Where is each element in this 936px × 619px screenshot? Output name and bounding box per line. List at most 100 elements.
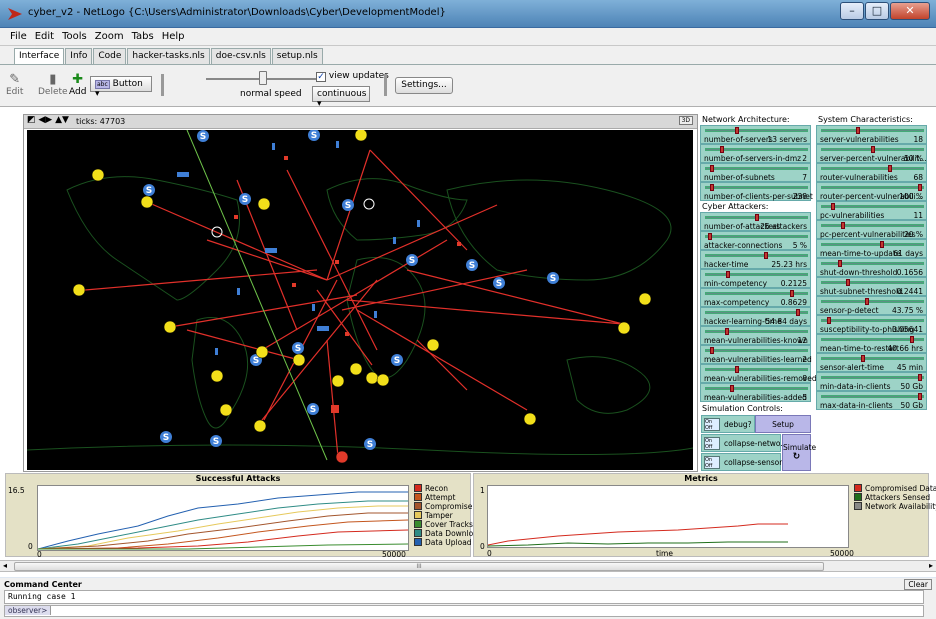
slider-mean-vulnerabilities-learned[interactable]: mean-vulnerabilities-learned 2 xyxy=(700,345,812,364)
menu-tabs[interactable]: Tabs xyxy=(128,28,158,45)
scroll-right-icon[interactable]: ▸ xyxy=(929,561,933,570)
slider-mean-time-to-restart[interactable]: mean-time-to-restart 40.66 hrs xyxy=(816,334,927,353)
tab-doe-csv[interactable]: doe-csv.nls xyxy=(210,48,271,64)
tab-code[interactable]: Code xyxy=(93,48,127,64)
slider-track[interactable] xyxy=(821,262,924,265)
view-updates-checkbox[interactable]: ✓ view updates xyxy=(316,71,389,82)
slider-track[interactable] xyxy=(821,376,924,379)
slider-max-data-in-clients[interactable]: max-data-in-clients 50 Gb xyxy=(816,391,927,410)
slider-knob[interactable] xyxy=(754,214,759,221)
slider-mean-time-to-update[interactable]: mean-time-to-update 61 days xyxy=(816,239,927,258)
minimize-button[interactable]: – xyxy=(840,2,864,20)
slider-track[interactable] xyxy=(705,387,808,390)
slider-track[interactable] xyxy=(705,186,808,189)
slider-knob[interactable] xyxy=(709,347,714,354)
slider-knob[interactable] xyxy=(918,393,923,400)
slider-track[interactable] xyxy=(821,357,924,360)
tab-info[interactable]: Info xyxy=(65,48,93,64)
slider-mean-vulnerabilities-added[interactable]: mean-vulnerabilities-added 5 xyxy=(700,383,811,402)
menu-file[interactable]: File xyxy=(6,28,31,45)
clear-button[interactable]: Clear xyxy=(904,579,932,590)
slider-track[interactable] xyxy=(821,338,924,341)
tab-hacker-tasks[interactable]: hacker-tasks.nls xyxy=(127,48,210,64)
slider-knob[interactable] xyxy=(845,279,850,286)
slider-number-of-attackers[interactable]: number-of-attackers 25 attackers xyxy=(700,212,811,231)
slider-knob[interactable] xyxy=(830,203,835,210)
slider-knob[interactable] xyxy=(709,165,714,172)
slider-track[interactable] xyxy=(821,167,924,170)
settings-button[interactable]: Settings... xyxy=(395,77,453,94)
slider-track[interactable] xyxy=(705,129,808,132)
slider-sensor-alert-time[interactable]: sensor-alert-time 45 min xyxy=(816,353,927,372)
command-input[interactable]: observer> xyxy=(4,605,924,617)
slider-knob[interactable] xyxy=(709,184,714,191)
slider-track[interactable] xyxy=(821,243,924,246)
slider-track[interactable] xyxy=(705,349,808,352)
slider-track[interactable] xyxy=(821,224,924,227)
slider-track[interactable] xyxy=(821,205,924,208)
slider-hacker-time[interactable]: hacker-time 25.23 hrs xyxy=(700,250,811,269)
slider-track[interactable] xyxy=(705,167,808,170)
slider-number-of-servers[interactable]: number-of-servers 13 servers xyxy=(700,125,811,144)
slider-knob[interactable] xyxy=(719,146,724,153)
slider-track[interactable] xyxy=(705,273,808,276)
slider-track[interactable] xyxy=(705,254,808,257)
slider-attacker-connections[interactable]: attacker-connections 5 % xyxy=(700,231,811,250)
slider-knob[interactable] xyxy=(790,290,795,297)
slider-knob[interactable] xyxy=(855,127,860,134)
slider-knob[interactable] xyxy=(826,317,831,324)
slider-knob[interactable] xyxy=(796,309,801,316)
slider-knob[interactable] xyxy=(870,146,875,153)
add-tool[interactable]: ✚ Add xyxy=(69,73,86,98)
slider-number-of-servers-in-dmz[interactable]: number-of-servers-in-dmz 2 xyxy=(700,144,811,163)
slider-track[interactable] xyxy=(705,235,808,238)
simulate-button[interactable]: Simulate ↻ xyxy=(782,434,816,471)
slider-knob[interactable] xyxy=(918,374,923,381)
slider-knob[interactable] xyxy=(840,222,845,229)
collapse-network-switch[interactable]: On Off collapse-netwo... xyxy=(701,434,788,452)
slider-number-of-clients-per-subnet[interactable]: number-of-clients-per-subnet 238 xyxy=(700,182,813,201)
edit-tool[interactable]: ✎ Edit xyxy=(6,73,23,98)
debug-switch[interactable]: On Off debug? xyxy=(701,415,755,433)
menu-zoom[interactable]: Zoom xyxy=(91,28,128,45)
slider-knob[interactable] xyxy=(837,260,842,267)
tab-interface[interactable]: Interface xyxy=(14,48,65,64)
slider-min-data-in-clients[interactable]: min-data-in-clients 50 Gb xyxy=(816,372,927,391)
slider-track[interactable] xyxy=(821,319,924,322)
slider-knob[interactable] xyxy=(864,298,869,305)
slider-router-percent-vulnerabili[interactable]: router-percent-vulnerabili... 100 % xyxy=(816,182,927,201)
3d-view-button[interactable]: 3D xyxy=(678,116,693,125)
slider-hacker-learning-time[interactable]: hacker-learning-time 54.84 days xyxy=(700,307,811,326)
scroll-left-icon[interactable]: ◂ xyxy=(3,561,7,570)
slider-mean-vulnerabilities-removed[interactable]: mean-vulnerabilities-removed 8 xyxy=(700,364,817,383)
menu-tools[interactable]: Tools xyxy=(58,28,91,45)
slider-knob[interactable] xyxy=(724,328,729,335)
delete-tool[interactable]: ▮ Delete xyxy=(38,73,68,98)
menu-help[interactable]: Help xyxy=(158,28,189,45)
maximize-button[interactable]: □ xyxy=(865,2,889,20)
slider-knob[interactable] xyxy=(764,252,769,259)
view-controls-icon[interactable]: ◩ ◀▶ ▲▼ xyxy=(27,115,69,125)
slider-knob[interactable] xyxy=(860,355,865,362)
slider-mean-vulnerabilities-known[interactable]: mean-vulnerabilities-known 12 xyxy=(700,326,811,345)
slider-server-vulnerabilities[interactable]: server-vulnerabilities 18 xyxy=(816,125,927,144)
slider-track[interactable] xyxy=(705,368,808,371)
setup-button[interactable]: Setup xyxy=(755,415,811,433)
slider-shut-down-threshold[interactable]: shut-down-threshold 0.1656 xyxy=(816,258,927,277)
slider-max-competency[interactable]: max-competency 0.8629 xyxy=(700,288,811,307)
slider-track[interactable] xyxy=(821,395,924,398)
scrollbar-thumb[interactable]: III xyxy=(14,562,824,571)
slider-knob[interactable] xyxy=(880,241,885,248)
slider-sensor-p-detect[interactable]: sensor-p-detect 43.75 % xyxy=(816,296,927,315)
collapse-sensors-switch[interactable]: On Off collapse-sensors? xyxy=(701,453,790,471)
slider-number-of-subnets[interactable]: number-of-subnets 7 xyxy=(700,163,811,182)
slider-knob[interactable] xyxy=(888,165,893,172)
slider-susceptibility-to-phishing[interactable]: susceptibility-to-phishing 0.05641 xyxy=(816,315,927,334)
slider-track[interactable] xyxy=(705,330,808,333)
slider-server-percent-vulnerabilit[interactable]: server-percent-vulnerabilit... 50 % xyxy=(816,144,927,163)
slider-min-competency[interactable]: min-competency 0.2125 xyxy=(700,269,811,288)
tab-setup[interactable]: setup.nls xyxy=(271,48,323,64)
slider-knob[interactable] xyxy=(729,385,734,392)
slider-shut-subnet-threshold[interactable]: shut-subnet-threshold 0.2441 xyxy=(816,277,927,296)
slider-track[interactable] xyxy=(705,311,808,314)
